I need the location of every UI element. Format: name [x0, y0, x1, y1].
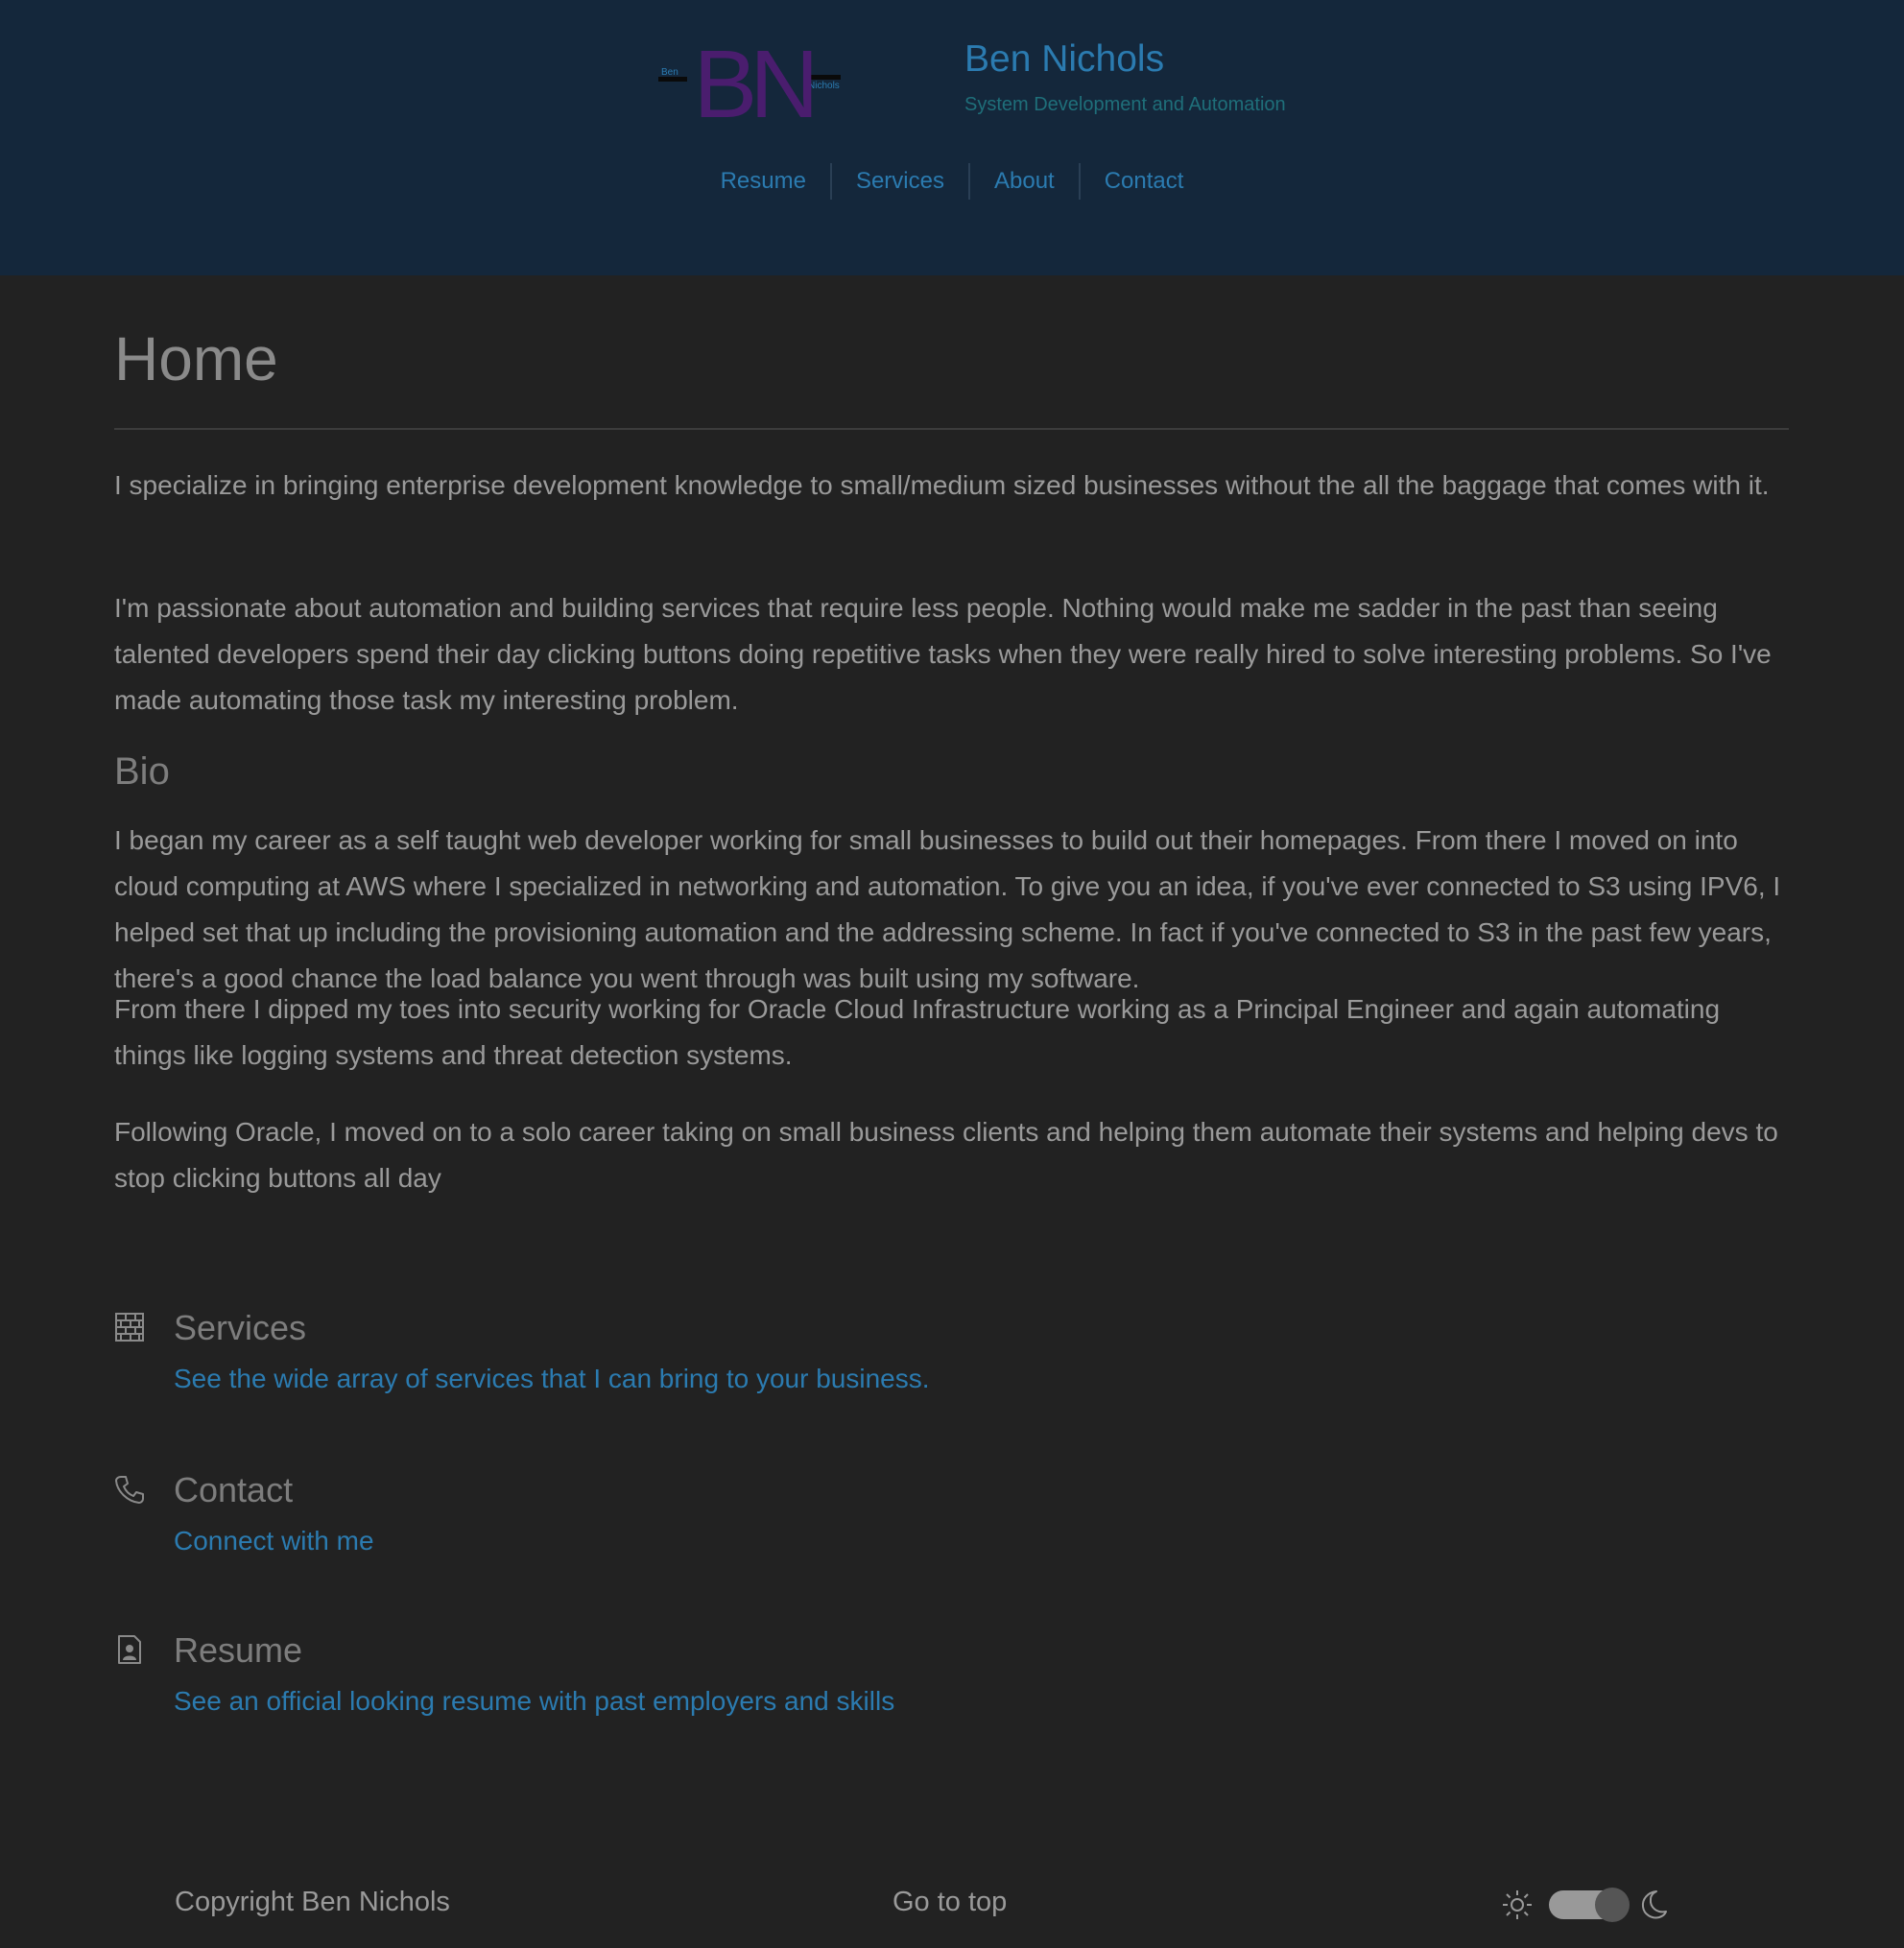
site-header: Ben Nichols BN Ben Nichols System Develo…: [0, 0, 1904, 275]
title-divider: [114, 428, 1789, 430]
bio-paragraph: From there I dipped my toes into securit…: [114, 994, 1721, 1070]
resume-file-icon: [118, 1635, 141, 1664]
feature-title: Contact: [174, 1470, 294, 1509]
brick-wall-icon: [115, 1313, 144, 1342]
bn-logo-icon: Ben Nichols BN: [658, 31, 841, 138]
logo-letters: BN: [694, 35, 813, 127]
feature-title: Resume: [174, 1630, 303, 1670]
logo-last-name: Nichols: [808, 81, 840, 91]
nav-item-resume[interactable]: Resume: [697, 161, 830, 202]
site-title[interactable]: Ben Nichols: [964, 38, 1164, 81]
phone-icon: [115, 1476, 144, 1504]
resume-link[interactable]: See an official looking resume with past…: [174, 1686, 894, 1717]
theme-switch[interactable]: [1549, 1888, 1630, 1922]
services-link[interactable]: See the wide array of services that I ca…: [174, 1364, 930, 1394]
theme-switch-knob[interactable]: [1595, 1888, 1630, 1922]
intro-paragraph: I specialize in bringing enterprise deve…: [114, 470, 1770, 500]
contact-link[interactable]: Connect with me: [174, 1526, 374, 1556]
moon-icon: [1641, 1890, 1667, 1919]
page-title: Home: [114, 324, 278, 393]
logo-first-name: Ben: [661, 67, 678, 78]
intro-paragraph: I'm passionate about automation and buil…: [114, 593, 1772, 715]
sun-icon: [1503, 1890, 1532, 1919]
feature-title: Services: [174, 1308, 307, 1347]
copyright-text: Copyright Ben Nichols: [175, 1887, 450, 1917]
site-subtitle: System Development and Automation: [964, 94, 1286, 115]
bio-paragraph: Following Oracle, I moved on to a solo c…: [114, 1117, 1778, 1193]
main-nav: Resume Services About Contact: [0, 161, 1904, 202]
nav-item-services[interactable]: Services: [832, 161, 968, 202]
bio-heading: Bio: [114, 750, 170, 793]
nav-item-about[interactable]: About: [970, 161, 1079, 202]
bio-paragraph: I began my career as a self taught web d…: [114, 825, 1781, 993]
theme-toggle[interactable]: [1501, 1885, 1674, 1923]
nav-item-contact[interactable]: Contact: [1081, 161, 1208, 202]
go-to-top-link[interactable]: Go to top: [892, 1887, 1007, 1918]
site-logo[interactable]: Ben Nichols BN: [658, 31, 846, 138]
